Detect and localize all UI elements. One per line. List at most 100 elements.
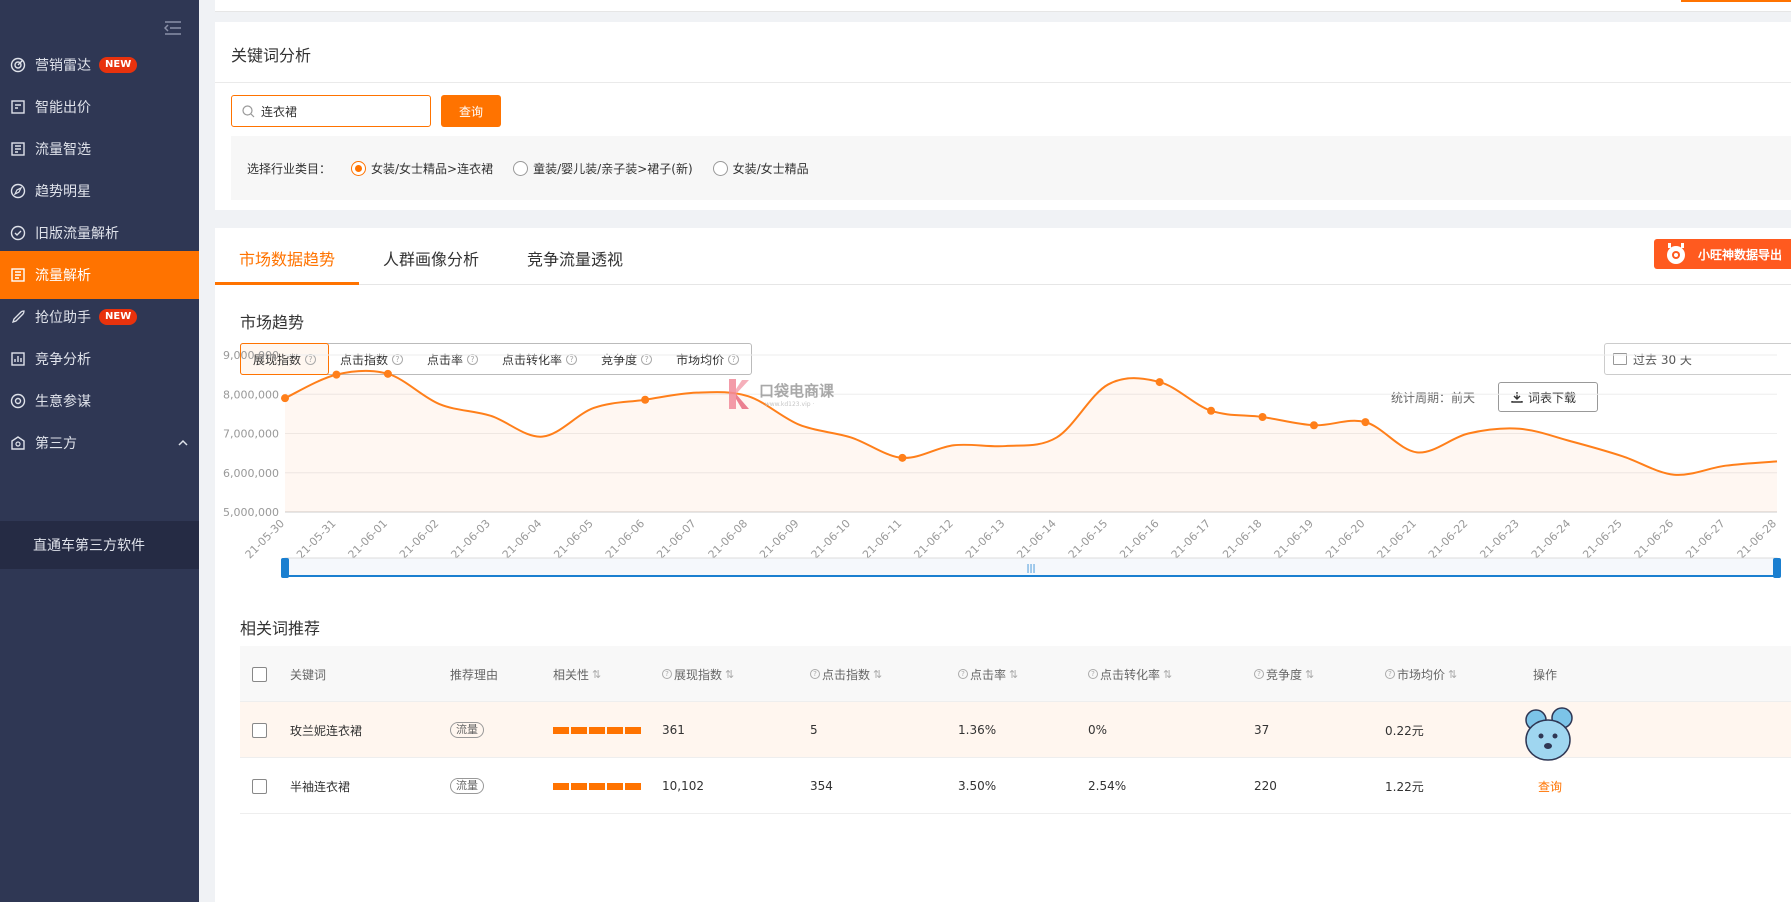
sidebar-item-business-advisor[interactable]: 生意参谋 xyxy=(0,377,199,425)
slider-handle xyxy=(1773,558,1781,578)
x-tick-label: 21-06-04 xyxy=(500,517,545,562)
sidebar-item-label: 生意参谋 xyxy=(35,394,91,410)
market-trend-chart: 5,000,000 6,000,000 7,000,000 8,000,000 9,00… xyxy=(223,349,1781,578)
price-cell: 0.22元 xyxy=(1385,723,1424,738)
row-checkbox[interactable] xyxy=(252,778,267,794)
reason-tag: 流量 xyxy=(450,722,484,738)
data-point xyxy=(641,395,650,404)
data-point xyxy=(898,453,907,462)
industry-radio-dress[interactable]: 女装/女士精品>连衣裙 xyxy=(351,160,493,177)
y-tick-label: 5,000,000 xyxy=(223,506,279,519)
data-point xyxy=(383,369,392,378)
sidebar-item-label: 旧版流量解析 xyxy=(35,226,119,242)
x-tick-label: 21-06-11 xyxy=(860,517,905,562)
x-tick-label: 21-06-26 xyxy=(1632,517,1677,562)
x-tick-label: 21-05-31 xyxy=(294,517,339,562)
x-tick-label: 21-06-25 xyxy=(1580,517,1625,562)
k-logo-icon xyxy=(729,379,749,409)
sidebar-item-smart-bid[interactable]: 智能出价 xyxy=(0,83,199,131)
x-tick-label: 21-06-09 xyxy=(757,517,802,562)
row-checkbox[interactable] xyxy=(252,722,267,738)
export-label: 小旺神数据导出 xyxy=(1698,247,1783,262)
tab-market-trend[interactable]: 市场数据趋势 xyxy=(239,246,335,270)
y-tick-label: 7,000,000 xyxy=(223,428,279,441)
sidebar: 营销雷达 NEW 智能出价 流量智选 趋势明星 旧版流量解析 流量解析 抢位助手… xyxy=(0,0,199,902)
help-icon: ? xyxy=(1385,669,1395,679)
ctr-cell: 3.50% xyxy=(958,779,997,793)
help-icon: ? xyxy=(1088,669,1098,679)
sidebar-item-label: 流量解析 xyxy=(35,268,91,284)
x-tick-label: 21-06-18 xyxy=(1220,517,1265,562)
ctr-cell: 1.36% xyxy=(958,723,997,737)
range-slider[interactable]: ||| xyxy=(281,557,1781,578)
x-tick-label: 21-06-03 xyxy=(448,517,493,562)
help-icon: ? xyxy=(810,669,820,679)
data-point xyxy=(1207,406,1216,415)
sidebar-item-competition[interactable]: 竞争分析 xyxy=(0,335,199,383)
sidebar-subitem-third-party-software[interactable]: 直通车第三方软件 xyxy=(0,521,199,569)
tab-competition-traffic[interactable]: 竞争流量透视 xyxy=(527,246,623,270)
top-card-edge xyxy=(215,0,1791,12)
relevance-bar xyxy=(553,782,641,790)
x-tick-label: 21-06-24 xyxy=(1529,517,1574,562)
mascot-assistant-icon[interactable] xyxy=(1518,700,1578,770)
industry-option-label: 女装/女士精品 xyxy=(732,161,809,176)
sidebar-item-marketing-radar[interactable]: 营销雷达 NEW xyxy=(0,41,199,89)
industry-option-label: 童装/婴儿装/亲子装>裙子(新) xyxy=(533,161,693,176)
x-tick-label: 21-06-16 xyxy=(1117,517,1162,562)
industry-radio-kids-skirt[interactable]: 童装/婴儿装/亲子装>裙子(新) xyxy=(513,160,693,177)
sidebar-item-traffic-select[interactable]: 流量智选 xyxy=(0,125,199,173)
y-tick-label: 6,000,000 xyxy=(223,467,279,480)
date-range-picker[interactable]: 过去 30 天 xyxy=(1604,343,1791,375)
market-trend-title: 市场趋势 xyxy=(240,313,305,332)
radio-icon xyxy=(712,160,728,176)
x-tick-label: 21-06-19 xyxy=(1272,517,1317,562)
metric-tab-cvr[interactable]: 点击转化率? xyxy=(490,344,589,374)
chevron-up-icon[interactable] xyxy=(177,437,189,449)
sidebar-item-old-analysis[interactable]: 旧版流量解析 xyxy=(0,209,199,257)
metric-tab-avg-price[interactable]: 市场均价? xyxy=(664,344,751,374)
data-point xyxy=(281,394,289,403)
search-icon xyxy=(242,104,255,117)
sidebar-item-third-party[interactable]: 第三方 xyxy=(0,419,199,467)
new-badge: NEW xyxy=(99,57,138,73)
metric-tab-competition[interactable]: 竞争度? xyxy=(589,344,664,374)
cvr-cell: 2.54% xyxy=(1088,779,1127,793)
x-tick-label: 21-06-15 xyxy=(1066,517,1111,562)
sidebar-item-traffic-analysis[interactable]: 流量解析 xyxy=(0,251,199,299)
industry-label: 选择行业类目： xyxy=(247,161,332,176)
reason-tag: 流量 xyxy=(450,778,484,794)
metric-tab-ctr[interactable]: 点击率? xyxy=(415,344,490,374)
data-export-button[interactable]: 小旺神数据导出 xyxy=(1654,239,1791,269)
sidebar-item-trend-star[interactable]: 趋势明星 xyxy=(0,167,199,215)
relevance-bar xyxy=(553,726,641,734)
x-tick-label: 21-06-23 xyxy=(1477,517,1522,562)
x-tick-label: 21-06-22 xyxy=(1426,517,1471,562)
y-tick-label: 8,000,000 xyxy=(223,388,279,401)
date-range-value: 过去 30 天 xyxy=(1633,352,1692,367)
tab-audience-profile[interactable]: 人群画像分析 xyxy=(383,246,479,270)
sidebar-item-label: 智能出价 xyxy=(35,100,91,116)
competition-cell: 220 xyxy=(1254,779,1277,793)
x-tick-label: 21-06-21 xyxy=(1374,517,1419,562)
help-icon: ? xyxy=(662,669,672,679)
query-button[interactable]: 查询 xyxy=(441,95,501,127)
rocket-icon xyxy=(11,310,25,324)
x-tick-label: 21-06-08 xyxy=(706,517,751,562)
radio-icon xyxy=(513,160,529,176)
slider-handle xyxy=(281,558,289,578)
radar-icon xyxy=(10,57,26,73)
data-tabs: 市场数据趋势 人群画像分析 竞争流量透视 小旺神数据导出 xyxy=(215,228,1791,285)
third-party-icon xyxy=(11,436,25,450)
cvr-cell: 0% xyxy=(1088,723,1108,737)
industry-radio-women[interactable]: 女装/女士精品 xyxy=(712,160,809,177)
x-tick-label: 21-06-10 xyxy=(809,517,854,562)
sidebar-item-position-helper[interactable]: 抢位助手 NEW xyxy=(0,293,199,341)
y-tick-label: 9,000,000 xyxy=(223,349,279,362)
impressions-cell: 361 xyxy=(662,723,685,737)
menu-collapse-icon[interactable] xyxy=(164,20,182,36)
metric-tab-clicks[interactable]: 点击指数? xyxy=(328,344,415,374)
keyword-search-box[interactable] xyxy=(231,95,431,127)
trend-star-icon xyxy=(10,183,26,199)
keyword-search-input[interactable] xyxy=(261,104,411,118)
